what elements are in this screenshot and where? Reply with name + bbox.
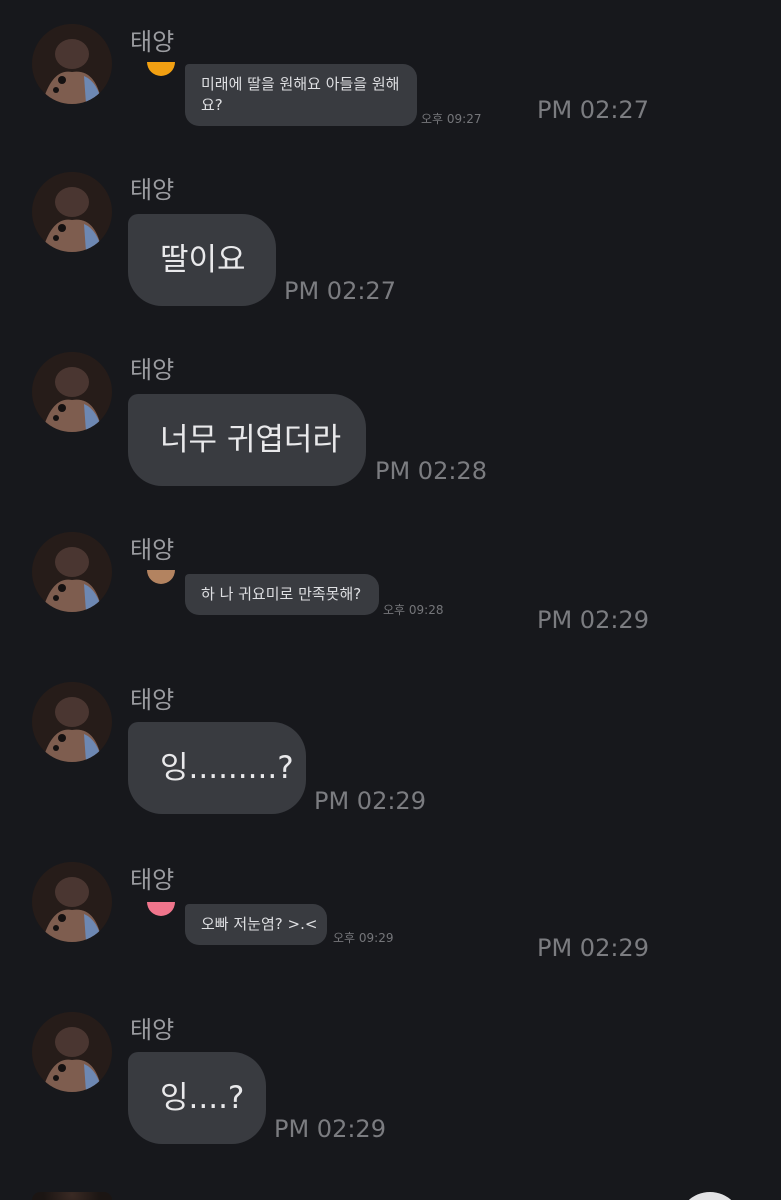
avatar[interactable]: [32, 532, 112, 612]
sender-name: 태양: [130, 356, 175, 384]
sender-name: 태양: [130, 28, 175, 56]
sender-name: 태양: [130, 176, 175, 204]
avatar[interactable]: [32, 862, 112, 942]
scroll-to-bottom-button[interactable]: [678, 1192, 742, 1200]
message-time: PM 02:27: [537, 96, 649, 124]
embedded-message-bubble[interactable]: 미래에 딸을 원해요 아들을 원해요?: [185, 64, 417, 126]
avatar[interactable]: [32, 682, 112, 762]
sender-name: 태양: [130, 1016, 175, 1044]
avatar[interactable]: [32, 1012, 112, 1092]
embedded-message-time: 오후 09:29: [333, 931, 394, 945]
message-time: PM 02:29: [537, 606, 649, 634]
message-bubble[interactable]: 잉.........?: [128, 722, 306, 814]
message-bubble[interactable]: 잉....?: [128, 1052, 266, 1144]
message-bubble[interactable]: 너무 귀엽더라: [128, 394, 366, 486]
avatar[interactable]: [32, 24, 112, 104]
message-time: PM 02:29: [274, 1115, 386, 1143]
sender-name: 태양: [130, 686, 175, 714]
message-time: PM 02:27: [284, 277, 396, 305]
embedded-message-time: 오후 09:28: [383, 603, 444, 617]
avatar[interactable]: [32, 172, 112, 252]
avatar[interactable]: [32, 352, 112, 432]
chat-screen: 태양 미래에 딸을 원해요 아들을 원해요? 오후 09:27 PM 02:27…: [0, 0, 781, 1200]
quoted-avatar: [147, 62, 175, 76]
avatar[interactable]: [32, 1192, 112, 1200]
message-time: PM 02:29: [537, 934, 649, 962]
embedded-message-bubble[interactable]: 오빠 저눈염? >.<: [185, 904, 327, 945]
embedded-message-bubble[interactable]: 하 나 귀요미로 만족못해?: [185, 574, 379, 615]
embedded-message-time: 오후 09:27: [421, 112, 482, 126]
message-time: PM 02:29: [314, 787, 426, 815]
quoted-avatar: [147, 902, 175, 916]
sender-name: 태양: [130, 866, 175, 894]
message-bubble[interactable]: 딸이요: [128, 214, 276, 306]
sender-name: 태양: [130, 536, 175, 564]
message-time: PM 02:28: [375, 457, 487, 485]
quoted-avatar: [147, 570, 175, 584]
